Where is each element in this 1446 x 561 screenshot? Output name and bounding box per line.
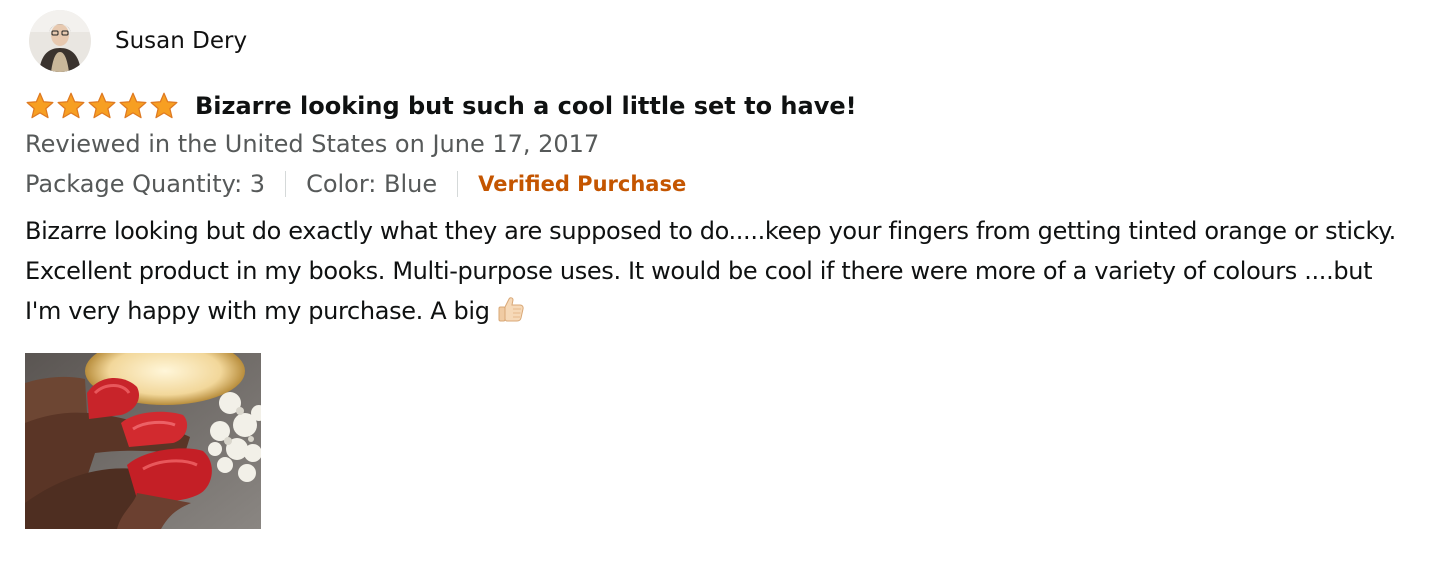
review-card: Susan Dery Bizarre looking but such a co… <box>25 10 1415 529</box>
star-icon <box>87 91 117 121</box>
thumbs-up-icon <box>496 294 526 336</box>
star-icon <box>25 91 55 121</box>
star-icon <box>56 91 86 121</box>
review-title[interactable]: Bizarre looking but such a cool little s… <box>195 94 857 118</box>
review-date: Reviewed in the United States on June 17… <box>25 130 600 158</box>
star-icon <box>118 91 148 121</box>
review-body: Bizarre looking but do exactly what they… <box>25 211 1405 336</box>
package-quantity[interactable]: Package Quantity: 3 <box>25 170 265 198</box>
review-image-thumbnail[interactable] <box>25 353 261 529</box>
star-icon <box>149 91 179 121</box>
divider <box>285 171 287 197</box>
divider <box>457 171 459 197</box>
author-name[interactable]: Susan Dery <box>115 29 247 53</box>
profile[interactable]: Susan Dery <box>25 10 1415 72</box>
review-body-text: Bizarre looking but do exactly what they… <box>25 217 1396 325</box>
verified-purchase-badge: Verified Purchase <box>478 172 687 196</box>
title-row: Bizarre looking but such a cool little s… <box>25 89 1415 123</box>
avatar[interactable] <box>29 10 91 72</box>
color-variant[interactable]: Color: Blue <box>306 170 437 198</box>
star-rating[interactable] <box>25 91 180 121</box>
review-format-strip: Package Quantity: 3 Color: Blue Verified… <box>25 169 1415 199</box>
